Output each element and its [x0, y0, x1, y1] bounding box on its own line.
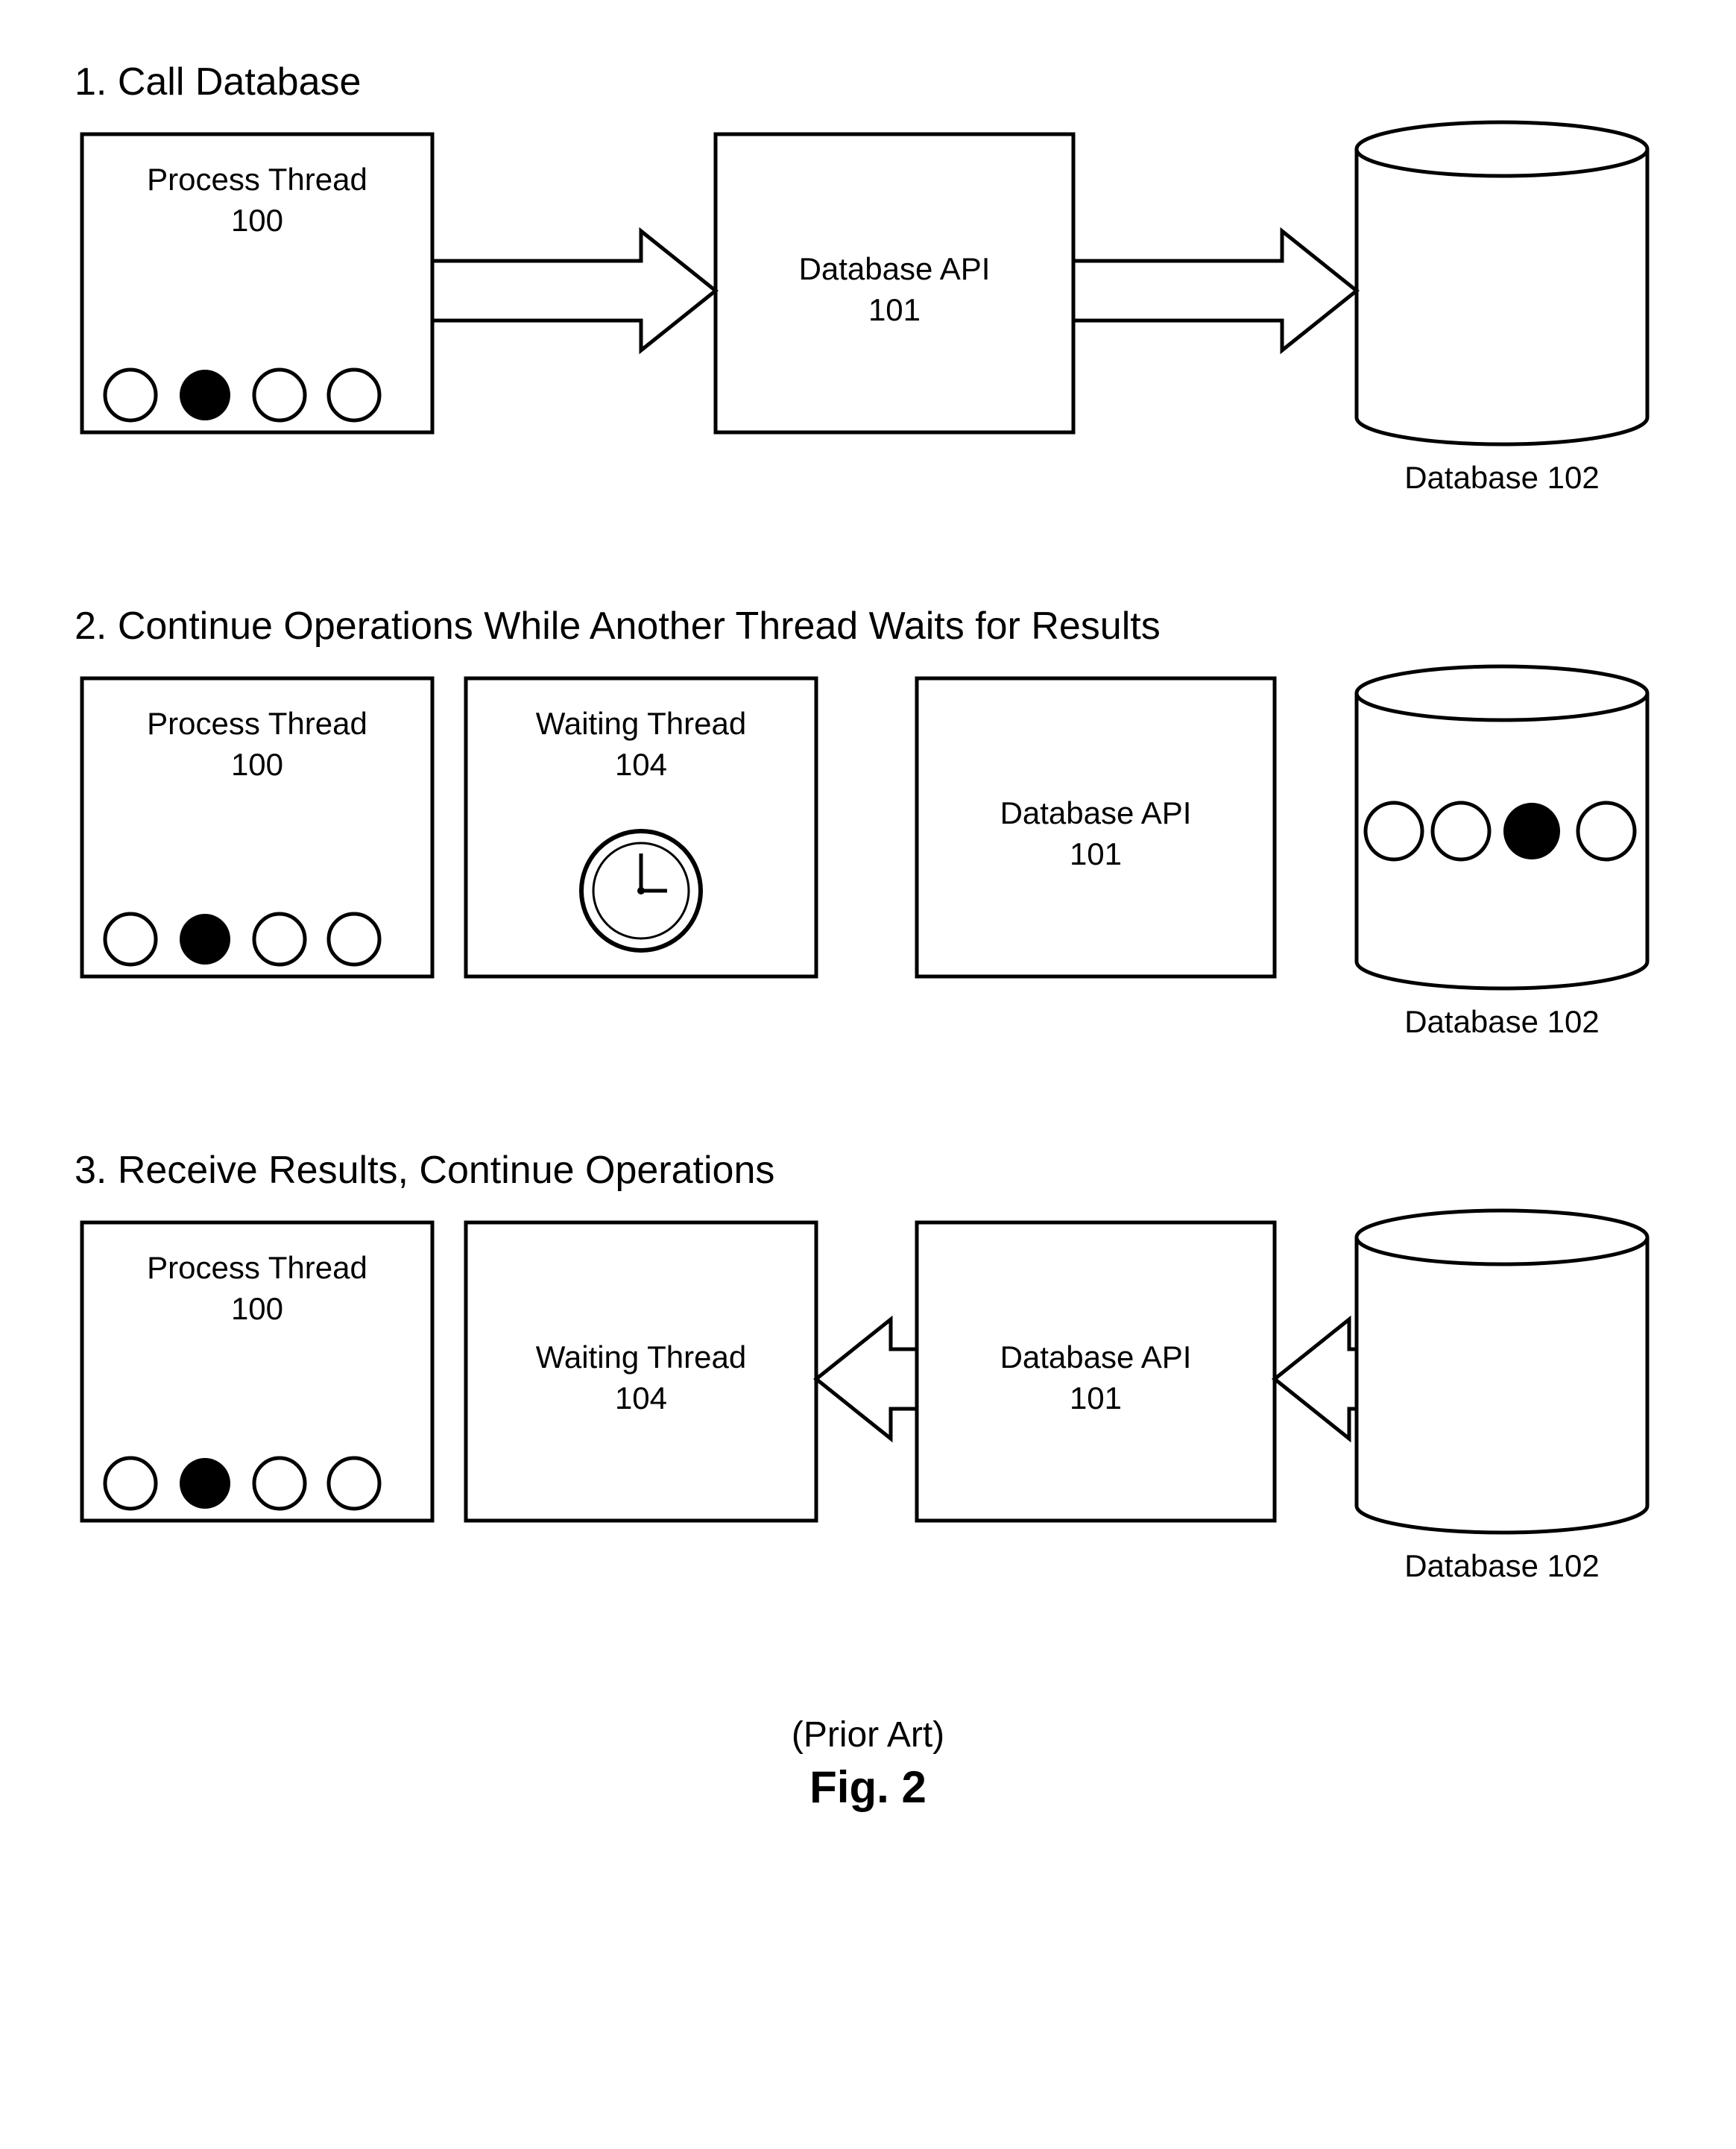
svg-text:Process Thread: Process Thread: [147, 162, 367, 197]
database-cylinder: [1357, 122, 1647, 444]
svg-text:101: 101: [1070, 1380, 1122, 1416]
svg-text:100: 100: [231, 1291, 283, 1326]
database-cylinder: [1357, 1211, 1647, 1533]
svg-text:Database API: Database API: [1000, 795, 1192, 830]
svg-text:101: 101: [868, 292, 921, 327]
svg-text:104: 104: [615, 747, 667, 782]
arrow-pt-to-api: [432, 231, 716, 350]
svg-text:Waiting Thread: Waiting Thread: [536, 1339, 746, 1375]
svg-text:Process Thread: Process Thread: [147, 1250, 367, 1285]
section2-title: 2. Continue Operations While Another Thr…: [75, 604, 1676, 649]
database-api-box: Database API 101: [917, 1222, 1275, 1521]
database-api-box: Database API 101: [716, 134, 1073, 432]
section1-diagram: Process Thread 100 Database API 101 Data…: [60, 119, 1662, 537]
database-cylinder: [1357, 666, 1647, 988]
svg-text:Process Thread: Process Thread: [147, 706, 367, 741]
process-thread-box: Process Thread 100: [82, 678, 432, 976]
svg-text:Waiting Thread: Waiting Thread: [536, 706, 746, 741]
svg-text:104: 104: [615, 1380, 667, 1416]
svg-text:100: 100: [231, 747, 283, 782]
section3-diagram: Process Thread 100 Waiting Thread 104 Da…: [60, 1208, 1662, 1625]
figure-number: Fig. 2: [60, 1761, 1676, 1813]
svg-text:Database API: Database API: [1000, 1339, 1192, 1375]
database-label: Database 102: [1404, 1548, 1600, 1583]
section1-title: 1. Call Database: [75, 60, 1676, 104]
waiting-thread-box: Waiting Thread 104: [466, 1222, 816, 1521]
database-label: Database 102: [1404, 460, 1600, 495]
database-label: Database 102: [1404, 1004, 1600, 1039]
svg-text:Database API: Database API: [799, 251, 991, 286]
arrow-api-to-db: [1073, 231, 1357, 350]
section2-diagram: Process Thread 100 Waiting Thread 104 Da…: [60, 663, 1662, 1081]
svg-text:100: 100: [231, 203, 283, 238]
figure-footer: (Prior Art) Fig. 2: [60, 1714, 1676, 1813]
section3-title: 3. Receive Results, Continue Operations: [75, 1148, 1676, 1193]
process-thread-box: Process Thread 100: [82, 134, 432, 432]
waiting-thread-box: Waiting Thread 104: [466, 678, 816, 976]
process-thread-box: Process Thread 100: [82, 1222, 432, 1521]
svg-text:101: 101: [1070, 836, 1122, 871]
prior-art-caption: (Prior Art): [60, 1714, 1676, 1755]
arrow-db-to-api: [1275, 1319, 1357, 1439]
database-api-box: Database API 101: [917, 678, 1275, 976]
arrow-api-to-waiting: [816, 1319, 917, 1439]
clock-icon: [581, 831, 701, 950]
